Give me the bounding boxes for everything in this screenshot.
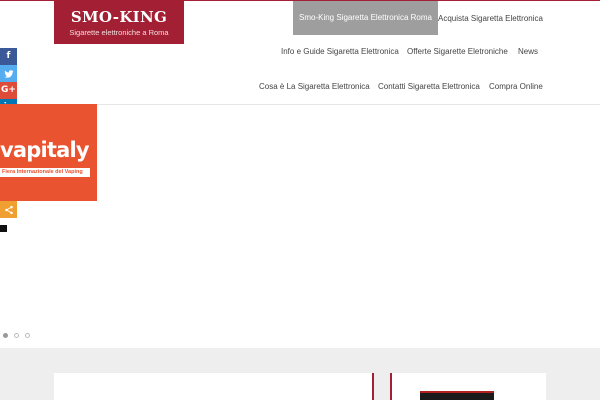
twitter-bird-icon: [3, 69, 14, 78]
slider-banner-vapitaly[interactable]: vapitaly Fiera Internazionale del Vaping: [0, 104, 97, 201]
facebook-glyph: f: [6, 51, 11, 61]
banner-tagline: Fiera Internazionale del Vaping: [2, 169, 83, 175]
share-nodes-icon: [4, 205, 13, 214]
slider-dot-1[interactable]: [3, 333, 8, 338]
nav-item-compra-online[interactable]: Compra Online: [489, 82, 543, 92]
facebook-icon[interactable]: f: [0, 48, 17, 65]
main-content-card: [54, 373, 374, 400]
nav-item-news[interactable]: News: [518, 47, 538, 57]
banner-brand: vapitaly: [0, 138, 90, 162]
sidebar-ad-banner[interactable]: [420, 391, 494, 400]
slider-dot-3[interactable]: [25, 333, 30, 338]
site-logo[interactable]: SMO-KING Sigarette elettroniche a Roma: [54, 0, 184, 44]
sidebar-widget-card: [390, 373, 546, 400]
twitter-icon[interactable]: [0, 65, 17, 82]
nav-item-offerte[interactable]: Offerte Sigarette Eletroniche: [407, 47, 508, 57]
logo-subtitle: Sigarette elettroniche a Roma: [69, 28, 169, 37]
nav-item-cosa-e[interactable]: Cosa è La Sigaretta Elettronica: [259, 82, 370, 92]
slider-dot-2[interactable]: [14, 333, 19, 338]
nav-item-info-guide[interactable]: Info e Guide Sigaretta Elettronica: [281, 47, 399, 57]
logo-title: SMO-KING: [70, 8, 168, 26]
nav-item-contatti[interactable]: Contatti Sigaretta Elettronica: [378, 82, 480, 92]
slider-pagination: [3, 333, 30, 338]
google-plus-glyph: G+: [1, 85, 16, 95]
share-icon[interactable]: [0, 201, 17, 218]
nav-item-acquista[interactable]: Acquista Sigaretta Elettronica: [438, 14, 543, 24]
nav-item-smo-king-roma[interactable]: Smo-King Sigaretta Elettronica Roma: [293, 1, 438, 35]
share-bar-toggle[interactable]: [0, 225, 7, 232]
google-plus-icon[interactable]: G+: [0, 82, 17, 99]
